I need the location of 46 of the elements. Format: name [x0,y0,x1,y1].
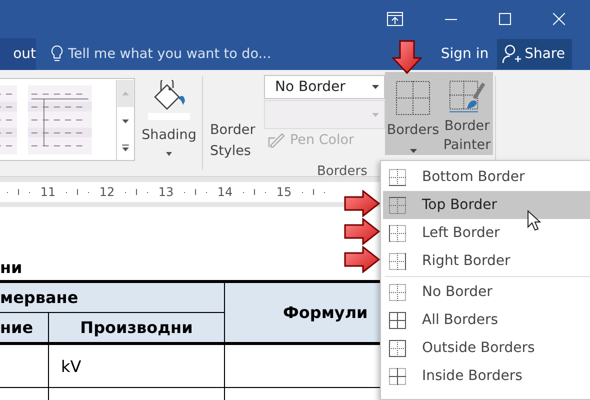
paint-bucket-icon [148,80,190,120]
tell-me-field[interactable]: Tell me what you want to do... [51,45,308,63]
callout-arrow [344,218,380,245]
menu-item[interactable]: Top Border [383,191,590,219]
menu-item[interactable]: Left Border [383,219,590,247]
menu-item[interactable]: All Borders [383,306,590,334]
borders-grid-icon [393,78,433,118]
dropdown-arrow-icon[interactable] [372,85,379,89]
border-bottom-icon [388,168,407,186]
person-add-icon [502,44,522,64]
border-styles-button[interactable]: Border Styles [208,70,264,158]
border-outside-icon [388,338,407,358]
border-none-icon [388,282,407,302]
border-all-icon [388,310,407,330]
callout-arrow [344,246,380,273]
group-label: Borders [317,164,368,179]
ruler-number: 15 [276,185,292,199]
sign-in-button[interactable]: Sign in [434,46,495,62]
ruler-number: 12 [99,185,115,199]
table-cell: kV [48,344,224,388]
callout-arrow [392,40,422,74]
border-inside-icon [388,366,407,386]
ruler-number: 13 [158,185,174,199]
border-right-icon [388,252,407,270]
shading-button[interactable]: Shading [138,70,200,176]
table-header-cell: Производни [48,312,224,344]
table-header-cell: мерване [0,282,224,312]
menu-item[interactable]: Right Border [383,247,590,275]
document-heading: ни [0,258,22,277]
menu-item[interactable]: Inside Borders [383,362,590,390]
maximize-icon[interactable] [499,13,511,25]
table-header-cell: ние [0,312,48,344]
close-icon[interactable] [553,13,565,25]
border-left-icon [388,224,407,242]
dropdown-arrow-icon[interactable] [410,149,416,153]
pencil-icon [268,132,286,148]
lightbulb-icon [51,45,63,63]
mouse-pointer-icon [527,210,541,232]
share-button[interactable]: Share [496,39,572,69]
pen-style-dropdown[interactable]: No Border [264,75,385,99]
border-top-icon [388,196,407,214]
callout-arrow [344,190,380,217]
ruler-number: 14 [217,185,233,199]
ruler-number: 11 [40,185,56,199]
ribbon-tab[interactable]: out [0,38,36,70]
ribbon-display-icon[interactable] [387,12,403,26]
